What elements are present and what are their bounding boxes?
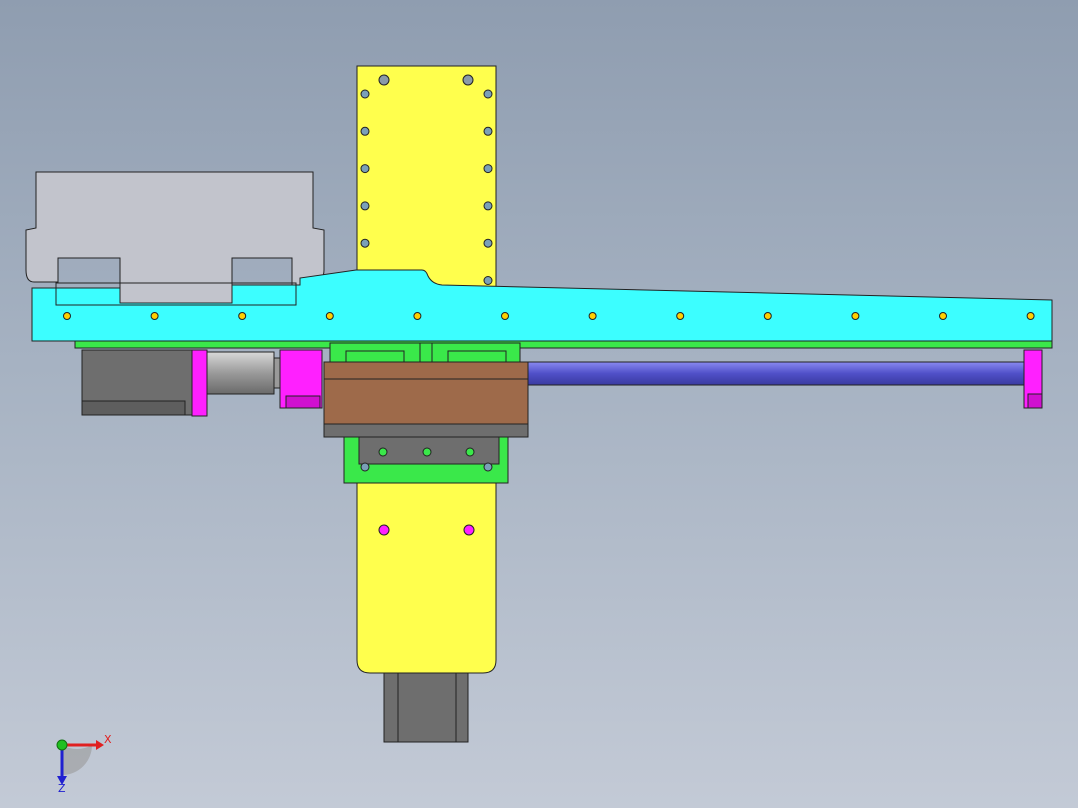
plate-hole [360, 462, 370, 472]
slider-blocks [329, 342, 521, 364]
vertical-plate-lower [356, 469, 497, 674]
vertical-plate-upper [356, 65, 497, 289]
beam-hole [413, 312, 422, 320]
beam-hole [851, 312, 860, 320]
beam-hole [150, 312, 159, 320]
plate-hole [483, 164, 493, 174]
x-axis-label: X [104, 733, 112, 746]
plate-hole [483, 276, 493, 285]
beam-hole [763, 312, 772, 320]
cad-model-view[interactable]: X Z [0, 0, 1078, 808]
beam-hole [238, 312, 247, 320]
plate-hole [462, 74, 474, 86]
plate-hole [360, 89, 370, 99]
beam-hole [676, 312, 685, 320]
plate-hole [483, 462, 493, 472]
beam-hole [588, 312, 597, 320]
beam-hole [325, 312, 334, 320]
x-axis-motor [81, 349, 283, 416]
plate-hole [483, 201, 493, 211]
lower-mount [343, 436, 509, 484]
beam-hole [1026, 312, 1035, 320]
z-axis-motor [383, 672, 469, 743]
plate-hole [360, 201, 370, 211]
cad-viewport[interactable]: X Z [0, 0, 1078, 808]
beam-hole [501, 312, 509, 320]
plate-hole [360, 164, 370, 174]
beam-hole [63, 312, 71, 320]
beam-hole [939, 312, 947, 320]
plate-hole [483, 89, 493, 99]
plate-hole [483, 126, 493, 136]
plate-hole [360, 126, 370, 136]
plate-hole [378, 74, 390, 86]
z-axis-label: Z [58, 782, 66, 795]
carriage [323, 361, 529, 438]
plate-hole [483, 238, 493, 248]
linear-rail [74, 340, 1053, 349]
axis-triad-icon: X Z [56, 733, 112, 795]
plate-hole [360, 238, 370, 248]
guide-rod [524, 361, 1033, 386]
